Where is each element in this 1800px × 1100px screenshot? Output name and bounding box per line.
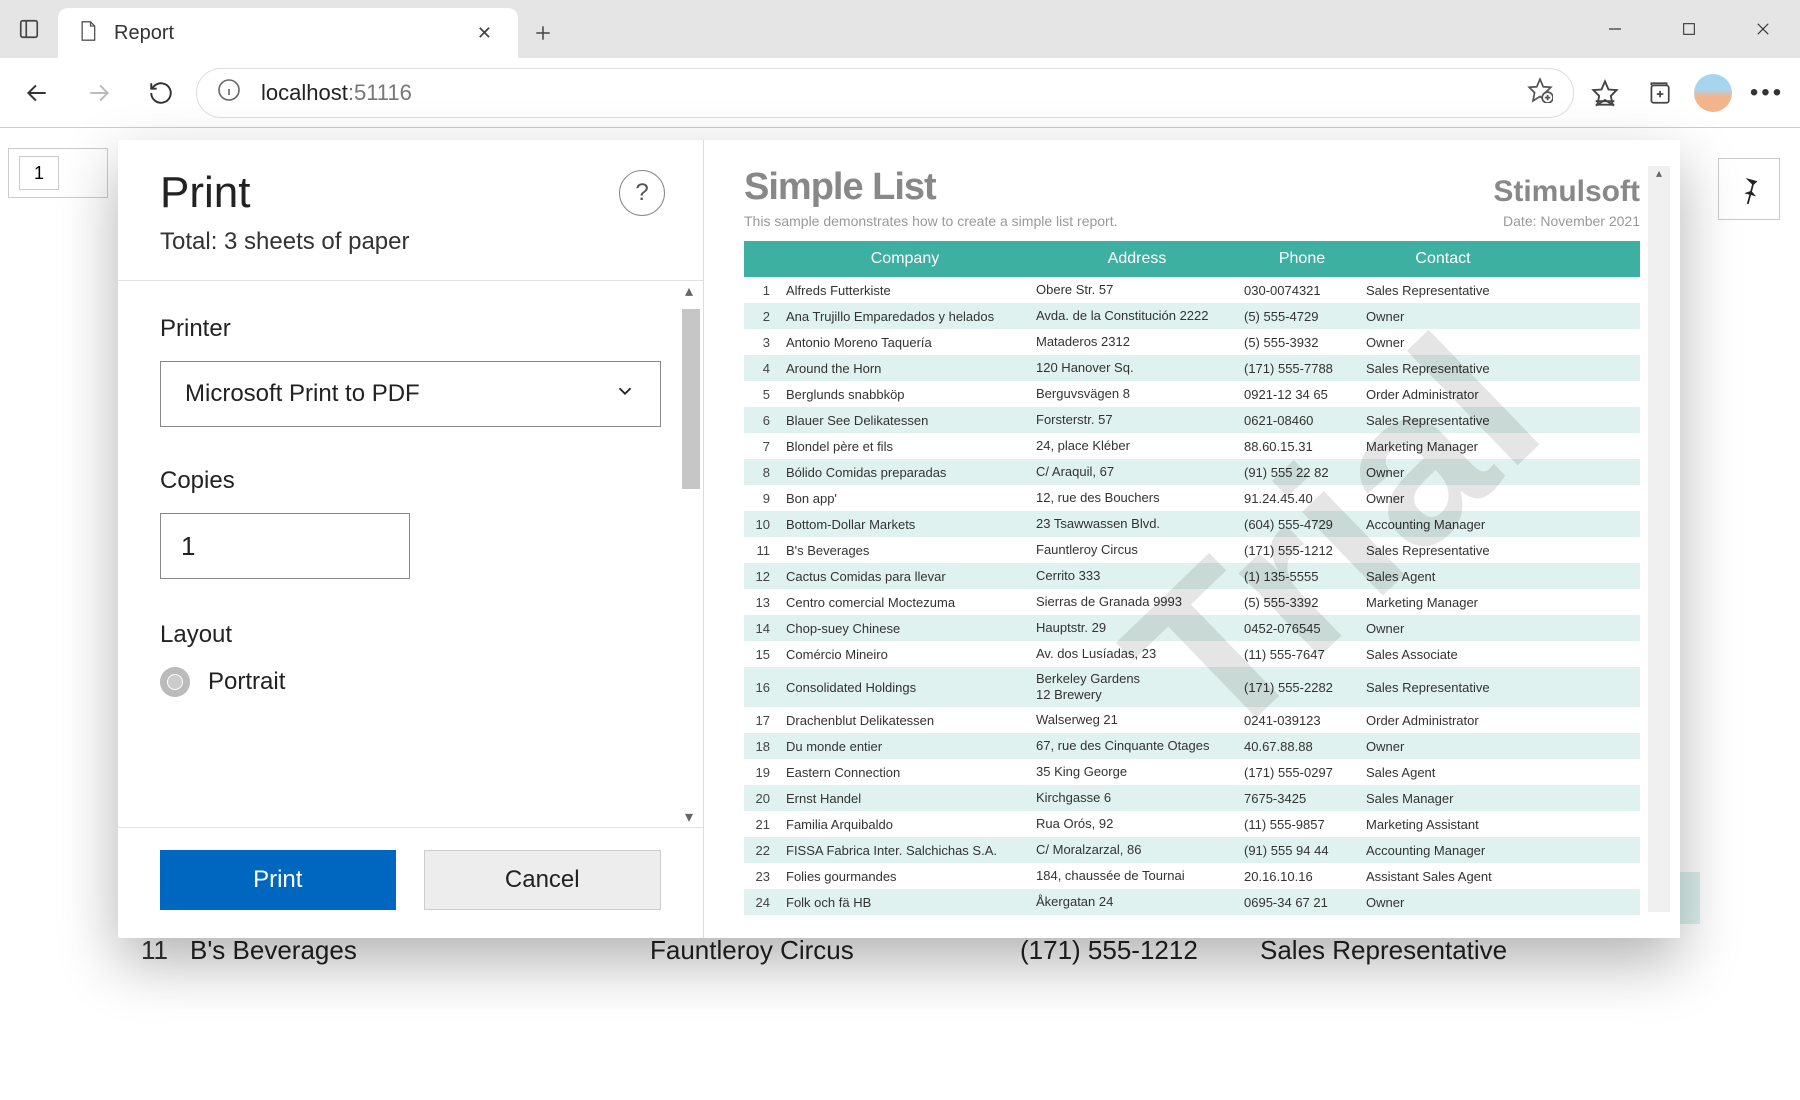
preview-subtitle: This sample demonstrates how to create a… [744,213,1118,229]
preview-row: 18Du monde entier67, rue des Cinquante O… [744,733,1640,759]
layout-portrait-radio[interactable]: Portrait [160,667,661,697]
profile-avatar[interactable] [1690,70,1736,116]
print-total: Total: 3 sheets of paper [160,228,661,256]
add-favorite-icon[interactable] [1527,77,1553,108]
preview-row: 23Folies gourmandes184, chaussée de Tour… [744,863,1640,889]
preview-row: 17Drachenblut DelikatessenWalserweg 2102… [744,707,1640,733]
copies-label: Copies [160,467,661,495]
preview-row: 7Blondel père et fils24, place Kléber88.… [744,433,1640,459]
tab-title: Report [114,22,455,45]
window-controls [1578,0,1800,58]
preview-row: 6Blauer See DelikatessenForsterstr. 5706… [744,407,1640,433]
more-menu-icon[interactable]: ••• [1744,70,1790,116]
preview-row: 22FISSA Fabrica Inter. Salchichas S.A.C/… [744,837,1640,863]
preview-row: 3Antonio Moreno TaqueríaMataderos 2312(5… [744,329,1640,355]
preview-row: 24Folk och fä HBÅkergatan 240695-34 67 2… [744,889,1640,915]
col-contact: Contact [1360,250,1520,268]
preview-date: Date: November 2021 [1503,213,1640,229]
window-close-icon[interactable] [1726,0,1800,58]
preview-title: Simple List [744,166,936,209]
favorites-icon[interactable] [1582,70,1628,116]
printer-label: Printer [160,315,661,343]
print-footer: Print Cancel [118,827,703,938]
refresh-button[interactable] [134,66,188,120]
col-phone: Phone [1238,250,1360,268]
layout-value: Portrait [208,668,285,696]
scroll-thumb[interactable] [682,309,700,489]
copies-value: 1 [181,531,195,562]
print-settings-panel: Print Total: 3 sheets of paper ? Printer… [118,140,704,938]
preview-row: 14Chop-suey ChineseHauptstr. 290452-0765… [744,615,1640,641]
address-bar: localhost:51116 ••• [0,58,1800,128]
preview-row: 19Eastern Connection35 King George(171) … [744,759,1640,785]
url-text: localhost:51116 [261,80,412,106]
col-address: Address [1030,250,1238,268]
preview-row: 13Centro comercial MoctezumaSierras de G… [744,589,1640,615]
new-tab-button[interactable] [518,8,568,58]
print-preview-panel: Trial Simple List Stimulsoft This sample… [704,140,1680,938]
radio-dot-icon [160,667,190,697]
col-company: Company [780,250,1030,268]
window-minimize-icon[interactable] [1578,0,1652,58]
site-info-icon[interactable] [217,78,241,107]
preview-row: 12Cactus Comidas para llevarCerrito 333(… [744,563,1640,589]
preview-page: Trial Simple List Stimulsoft This sample… [744,166,1640,912]
scroll-down-icon[interactable]: ▾ [685,807,693,827]
preview-table-header: Company Address Phone Contact [744,241,1640,277]
titlebar: Report ✕ [0,0,1800,58]
print-title: Print [160,168,661,218]
layout-label: Layout [160,621,661,649]
viewer-page-field[interactable] [8,148,108,198]
back-button[interactable] [10,66,64,120]
preview-row: 21Familia ArquibaldoRua Orós, 92(11) 555… [744,811,1640,837]
window-maximize-icon[interactable] [1652,0,1726,58]
preview-table-body: 1Alfreds FutterkisteObere Str. 57030-007… [744,277,1640,915]
preview-row: 2Ana Trujillo Emparedados y heladosAvda.… [744,303,1640,329]
preview-scrollbar[interactable]: ▴ [1648,166,1670,912]
file-icon [78,19,98,48]
pin-button[interactable] [1718,158,1780,220]
tab-actions-icon[interactable] [0,0,58,58]
preview-row: 4Around the Horn120 Hanover Sq.(171) 555… [744,355,1640,381]
chevron-down-icon [614,380,636,409]
scroll-up-icon[interactable]: ▴ [685,281,693,301]
preview-row: 16Consolidated HoldingsBerkeley Gardens … [744,667,1640,707]
print-settings-body: Printer Microsoft Print to PDF Copies 1 … [118,281,703,827]
print-header: Print Total: 3 sheets of paper ? [118,140,703,281]
help-icon[interactable]: ? [619,170,665,216]
url-field[interactable]: localhost:51116 [196,68,1574,118]
page-number-input[interactable] [19,156,59,190]
tab-close-icon[interactable]: ✕ [471,17,498,50]
collections-icon[interactable] [1636,70,1682,116]
printer-value: Microsoft Print to PDF [185,380,420,408]
cancel-button[interactable]: Cancel [424,850,662,910]
print-dialog: Print Total: 3 sheets of paper ? Printer… [118,140,1680,938]
scroll-up-icon[interactable]: ▴ [1648,166,1670,186]
print-button[interactable]: Print [160,850,396,910]
preview-row: 1Alfreds FutterkisteObere Str. 57030-007… [744,277,1640,303]
preview-row: 10Bottom-Dollar Markets23 Tsawwassen Blv… [744,511,1640,537]
preview-row: 20Ernst HandelKirchgasse 67675-3425Sales… [744,785,1640,811]
preview-row: 9Bon app'12, rue des Bouchers91.24.45.40… [744,485,1640,511]
forward-button [72,66,126,120]
tab-report[interactable]: Report ✕ [58,8,518,58]
preview-row: 15Comércio MineiroAv. dos Lusíadas, 23(1… [744,641,1640,667]
preview-row: 5Berglunds snabbköpBerguvsvägen 80921-12… [744,381,1640,407]
preview-row: 8Bólido Comidas preparadasC/ Araquil, 67… [744,459,1640,485]
copies-input[interactable]: 1 [160,513,410,579]
printer-select[interactable]: Microsoft Print to PDF [160,361,661,427]
preview-brand: Stimulsoft [1493,175,1640,209]
preview-row: 11B's BeveragesFauntleroy Circus(171) 55… [744,537,1640,563]
